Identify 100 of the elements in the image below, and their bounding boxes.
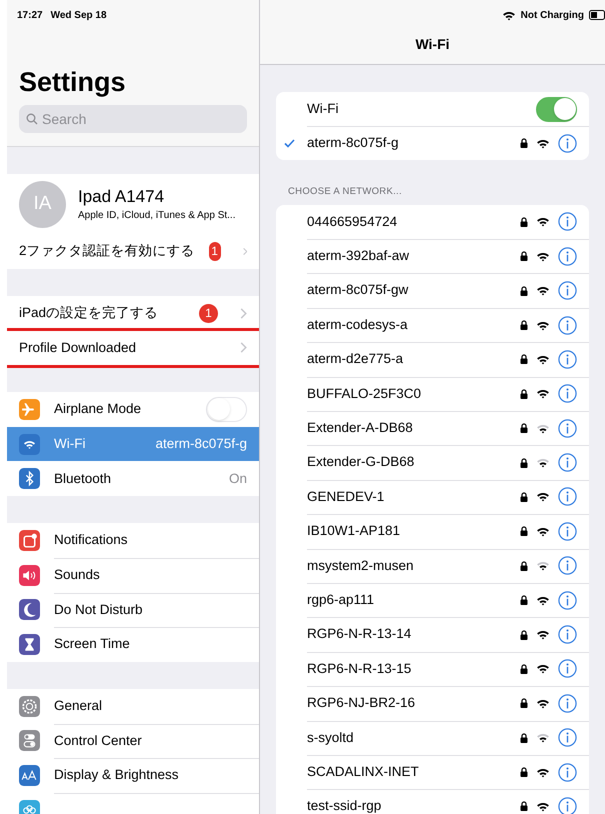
network-row[interactable]: GENEDEV-1 bbox=[276, 480, 589, 514]
network-name: test-ssid-rgp bbox=[307, 797, 382, 814]
moon-icon bbox=[19, 599, 40, 620]
network-name: 044665954724 bbox=[307, 212, 398, 231]
network-row[interactable]: 044665954724 bbox=[276, 204, 589, 240]
row-label: Control Center bbox=[54, 732, 143, 750]
network-row[interactable]: s-syoltd bbox=[276, 720, 589, 755]
network-row[interactable]: msystem2-musen bbox=[276, 548, 589, 583]
chevron-icon bbox=[242, 246, 247, 257]
row-label: 2ファクタ認証を有効にする bbox=[19, 242, 195, 260]
network-row[interactable]: rgp6-ap111 bbox=[276, 582, 589, 618]
network-row[interactable]: BUFFALO-25F3C0 bbox=[276, 376, 589, 411]
status-time: 17:27 bbox=[17, 8, 43, 22]
row-label: Screen Time bbox=[54, 635, 131, 654]
info-icon[interactable] bbox=[558, 453, 577, 472]
network-row[interactable]: Extender-G-DB68 bbox=[276, 445, 589, 480]
network-row[interactable]: aterm-codesys-a bbox=[276, 308, 589, 342]
network-row[interactable]: Extender-A-DB68 bbox=[276, 410, 589, 446]
status-date: Wed Sep 18 bbox=[50, 8, 107, 22]
lock-icon bbox=[520, 492, 528, 502]
network-row[interactable]: IB10W1-AP181 bbox=[276, 514, 589, 549]
network-row[interactable]: RGP6-N-R-13-14 bbox=[276, 617, 589, 652]
wifi-status-icon bbox=[502, 10, 516, 20]
info-icon[interactable] bbox=[558, 762, 577, 782]
info-icon[interactable] bbox=[558, 384, 577, 404]
wifi-icon bbox=[19, 434, 40, 455]
info-icon[interactable] bbox=[558, 659, 577, 678]
info-icon[interactable] bbox=[558, 350, 577, 369]
network-name: Extender-G-DB68 bbox=[307, 453, 416, 472]
battery-icon bbox=[589, 10, 605, 20]
info-icon[interactable] bbox=[558, 522, 577, 541]
network-row[interactable]: RGP6-N-R-13-15 bbox=[276, 652, 589, 686]
network-row[interactable]: SCADALINX-INET bbox=[276, 754, 589, 790]
sidebar-title: Settings bbox=[19, 66, 127, 98]
info-icon[interactable] bbox=[558, 281, 577, 300]
notification-icon bbox=[19, 530, 40, 551]
info-icon[interactable] bbox=[558, 212, 577, 232]
network-name: rgp6-ap111 bbox=[307, 591, 376, 609]
network-name: BUFFALO-25F3C0 bbox=[307, 384, 422, 403]
info-icon[interactable] bbox=[558, 316, 577, 334]
account-name: Ipad A1474 bbox=[78, 186, 166, 208]
settings-row[interactable]: Profile Downloaded bbox=[7, 330, 259, 366]
network-name: RGP6-NJ-BR2-16 bbox=[307, 694, 416, 712]
switches-icon bbox=[19, 730, 40, 752]
network-row[interactable]: aterm-8c075f-gw bbox=[276, 273, 589, 308]
lock-icon bbox=[520, 595, 528, 606]
account-subtitle: Apple ID, iCloud, iTunes & App St... bbox=[78, 208, 236, 222]
info-icon[interactable] bbox=[558, 487, 577, 506]
info-icon[interactable] bbox=[558, 694, 577, 713]
lock-icon bbox=[520, 286, 528, 296]
network-row[interactable]: RGP6-NJ-BR2-16 bbox=[276, 686, 589, 720]
info-icon[interactable] bbox=[558, 796, 577, 814]
network-name: aterm-d2e775-a bbox=[307, 350, 404, 368]
lock-icon bbox=[520, 526, 528, 536]
lock-icon bbox=[520, 801, 528, 812]
info-icon[interactable] bbox=[558, 728, 577, 748]
row-label: Airplane Mode bbox=[54, 400, 142, 418]
lock-icon bbox=[520, 767, 528, 778]
row-value: On bbox=[228, 470, 247, 488]
lock-icon bbox=[520, 216, 528, 227]
info-icon[interactable] bbox=[558, 418, 577, 438]
network-row[interactable]: aterm-392baf-aw bbox=[276, 239, 589, 274]
wifi-toggle-label: Wi-Fi bbox=[307, 100, 340, 118]
row-label: Do Not Disturb bbox=[54, 600, 144, 619]
lock-icon bbox=[520, 664, 528, 674]
charging-status: Not Charging bbox=[520, 8, 584, 22]
page-title: Wi-Fi bbox=[414, 35, 451, 54]
row-label: General bbox=[54, 697, 104, 716]
section-header: CHOOSE A NETWORK... bbox=[287, 185, 403, 200]
network-name: RGP6-N-R-13-14 bbox=[307, 625, 412, 644]
lock-icon bbox=[520, 320, 528, 330]
notification-badge: 1 bbox=[208, 242, 221, 261]
account-row[interactable]: IA Ipad A1474 Apple ID, iCloud, iTunes & App St... bbox=[7, 174, 259, 234]
info-icon[interactable] bbox=[558, 625, 577, 644]
lock-icon bbox=[520, 698, 528, 708]
network-name: s-syoltd bbox=[307, 728, 355, 747]
network-row[interactable]: test-ssid-rgp bbox=[276, 789, 589, 814]
info-icon[interactable] bbox=[558, 590, 577, 610]
network-row[interactable]: aterm-8c075f-g bbox=[276, 126, 589, 160]
checkmark-icon bbox=[284, 138, 295, 148]
info-icon[interactable] bbox=[558, 134, 577, 153]
notification-badge: 1 bbox=[199, 304, 218, 323]
avatar: IA bbox=[19, 180, 66, 228]
row-label: Bluetooth bbox=[54, 470, 112, 488]
row-value: aterm-8c075f-g bbox=[155, 434, 247, 453]
bluetooth-icon bbox=[19, 468, 40, 490]
text-size-icon bbox=[19, 765, 40, 786]
hourglass-icon bbox=[19, 634, 40, 656]
network-name: SCADALINX-INET bbox=[307, 762, 420, 781]
network-row[interactable]: aterm-d2e775-a bbox=[276, 342, 589, 377]
toggle-switch[interactable] bbox=[536, 96, 577, 122]
lock-icon bbox=[520, 630, 528, 640]
info-icon[interactable] bbox=[558, 246, 577, 266]
row-label: Sounds bbox=[54, 566, 101, 584]
network-name: IB10W1-AP181 bbox=[307, 522, 402, 540]
chevron-icon bbox=[240, 342, 247, 354]
search-field[interactable]: Search bbox=[19, 105, 247, 133]
chevron-icon bbox=[240, 308, 247, 319]
row-label: Wi-Fi bbox=[54, 434, 86, 453]
info-icon[interactable] bbox=[558, 556, 577, 576]
